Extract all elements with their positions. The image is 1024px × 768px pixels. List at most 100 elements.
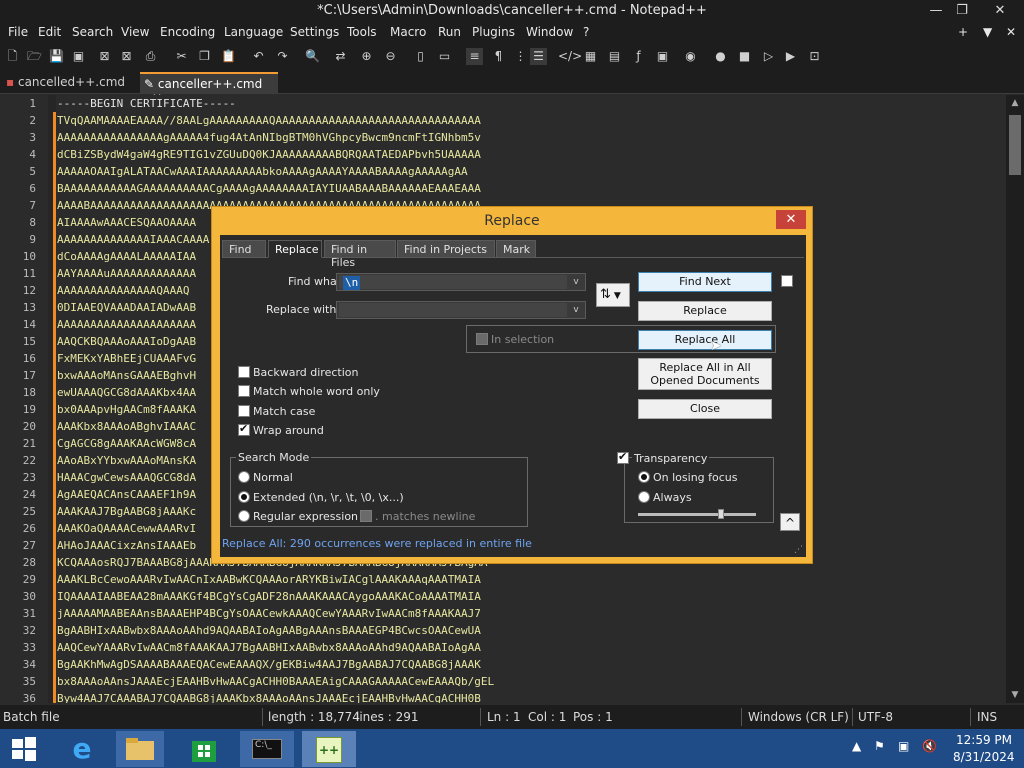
menu-window[interactable]: Window bbox=[526, 25, 573, 39]
always-radio[interactable] bbox=[638, 491, 650, 503]
maximize-button[interactable]: ❐ bbox=[944, 0, 980, 22]
undo-icon[interactable]: ↶ bbox=[250, 48, 267, 65]
tab-mark[interactable]: Mark bbox=[496, 240, 536, 258]
tab-cancelled[interactable]: ▪ cancelled++.cmd bbox=[2, 72, 138, 94]
scroll-down-icon[interactable]: ▼ bbox=[1006, 687, 1024, 703]
store-taskbar-icon[interactable] bbox=[180, 731, 228, 767]
find-icon[interactable]: 🔍 bbox=[304, 48, 321, 65]
matches-newline-checkbox[interactable] bbox=[360, 510, 372, 522]
replace-dropdown-icon[interactable]: v bbox=[569, 303, 583, 317]
menu-search[interactable]: Search bbox=[72, 25, 113, 39]
save-icon[interactable]: 💾 bbox=[48, 48, 65, 65]
show-hidden-icons[interactable]: ▲ bbox=[852, 739, 861, 753]
close-window-button[interactable]: ✕ bbox=[982, 0, 1018, 22]
redo-icon[interactable]: ↷ bbox=[274, 48, 291, 65]
paste-icon[interactable]: 📋 bbox=[220, 48, 237, 65]
volume-muted-icon[interactable]: 🔇 bbox=[922, 739, 937, 753]
match-case-checkbox[interactable] bbox=[238, 405, 250, 417]
mode-regex-radio[interactable] bbox=[238, 510, 250, 522]
replace-with-combo[interactable]: v bbox=[336, 301, 586, 319]
replace-with-input[interactable] bbox=[339, 303, 567, 317]
in-selection-checkbox[interactable] bbox=[476, 333, 488, 345]
close-file-icon[interactable]: ⊠ bbox=[96, 48, 113, 65]
tab-find-in-files[interactable]: Find in Files bbox=[324, 240, 396, 269]
resize-grip-icon[interactable]: ⋰ bbox=[794, 545, 803, 555]
cut-icon[interactable]: ✂ bbox=[173, 48, 190, 65]
new-tab-icon[interactable]: + bbox=[958, 25, 968, 39]
menu-macro[interactable]: Macro bbox=[390, 25, 426, 39]
monitor-icon[interactable]: ◉ bbox=[682, 48, 699, 65]
clock-time[interactable]: 12:59 PM bbox=[956, 733, 1012, 747]
menu-tools[interactable]: Tools bbox=[347, 25, 377, 39]
tab-canceller[interactable]: ✎ canceller++.cmd ✕ bbox=[140, 72, 278, 105]
zoom-out-icon[interactable]: ⊖ bbox=[382, 48, 399, 65]
transparency-slider[interactable] bbox=[638, 513, 756, 516]
replace-all-button[interactable]: Replace All bbox=[638, 330, 772, 350]
sync-vertical-icon[interactable]: ▯ bbox=[412, 48, 429, 65]
collapse-button[interactable]: ^ bbox=[780, 513, 800, 531]
find-next-option-checkbox[interactable] bbox=[781, 275, 793, 287]
show-all-chars-icon[interactable]: ¶ bbox=[490, 48, 507, 65]
new-file-icon[interactable]: 🗋 bbox=[4, 48, 21, 65]
copy-icon[interactable]: ❐ bbox=[196, 48, 213, 65]
mode-normal-radio[interactable] bbox=[238, 471, 250, 483]
ie-taskbar-icon[interactable]: e bbox=[58, 731, 106, 767]
function-list-icon[interactable]: ƒ bbox=[630, 48, 647, 65]
play-multiple-icon[interactable]: ▶ bbox=[782, 48, 799, 65]
scroll-thumb[interactable] bbox=[1009, 115, 1021, 175]
close-all-icon[interactable]: ⊠ bbox=[118, 48, 135, 65]
menu-settings[interactable]: Settings bbox=[290, 25, 339, 39]
lang-icon[interactable]: </> bbox=[558, 48, 582, 65]
close-doc-icon[interactable]: ✕ bbox=[1006, 25, 1016, 39]
encoding[interactable]: UTF-8 bbox=[858, 710, 893, 724]
action-center-flag-icon[interactable]: ⚑ bbox=[874, 739, 885, 753]
doc-map-icon[interactable]: ☰ bbox=[530, 48, 547, 65]
losing-focus-radio[interactable] bbox=[638, 471, 650, 483]
open-file-icon[interactable]: 🗁 bbox=[26, 48, 43, 65]
menu-plugins[interactable]: Plugins bbox=[472, 25, 515, 39]
explorer-taskbar-icon[interactable] bbox=[116, 731, 164, 767]
replace-button[interactable]: Replace bbox=[638, 301, 772, 321]
wrap-around-checkbox[interactable] bbox=[238, 422, 250, 436]
cmd-taskbar-icon[interactable]: C:\_ bbox=[240, 731, 294, 767]
tab-find[interactable]: Find bbox=[222, 240, 266, 258]
replace-all-opened-button[interactable]: Replace All in All Opened Documents bbox=[638, 358, 772, 390]
stop-macro-icon[interactable]: ■ bbox=[736, 48, 753, 65]
match-whole-word-checkbox[interactable] bbox=[238, 385, 250, 397]
replace-icon[interactable]: ⇄ bbox=[332, 48, 349, 65]
menu-edit[interactable]: Edit bbox=[38, 25, 61, 39]
menu-file[interactable]: File bbox=[8, 25, 28, 39]
clock-date[interactable]: 8/31/2024 bbox=[953, 750, 1015, 764]
play-macro-icon[interactable]: ▷ bbox=[760, 48, 777, 65]
tab-find-in-projects[interactable]: Find in Projects bbox=[397, 240, 495, 258]
find-what-combo[interactable]: \n v bbox=[336, 273, 586, 291]
sync-horizontal-icon[interactable]: ▭ bbox=[436, 48, 453, 65]
zoom-in-icon[interactable]: ⊕ bbox=[358, 48, 375, 65]
backward-direction-checkbox[interactable] bbox=[238, 366, 250, 378]
map-icon[interactable]: ▦ bbox=[582, 48, 599, 65]
network-icon[interactable]: ▣ bbox=[898, 739, 909, 753]
tab-replace[interactable]: Replace bbox=[268, 240, 322, 258]
find-next-button[interactable]: Find Next bbox=[638, 272, 772, 292]
transparency-checkbox[interactable] bbox=[617, 450, 629, 464]
menu-encoding[interactable]: Encoding bbox=[160, 25, 215, 39]
scroll-up-icon[interactable]: ▲ bbox=[1006, 95, 1024, 111]
swap-button[interactable]: ⇅ ▼ bbox=[596, 283, 630, 307]
dialog-close-button[interactable]: ✕ bbox=[776, 210, 806, 229]
menu-language[interactable]: Language bbox=[224, 25, 283, 39]
find-dropdown-icon[interactable]: v bbox=[569, 275, 583, 289]
transparency-slider-knob[interactable] bbox=[717, 509, 724, 519]
folder-workspace-icon[interactable]: ▤ bbox=[606, 48, 623, 65]
save-all-icon[interactable]: ▣ bbox=[70, 48, 87, 65]
record-macro-icon[interactable]: ● bbox=[712, 48, 729, 65]
notepadpp-taskbar-icon[interactable]: ++ bbox=[302, 731, 356, 767]
save-macro-icon[interactable]: ⊡ bbox=[806, 48, 823, 65]
eol-format[interactable]: Windows (CR LF) bbox=[748, 710, 849, 724]
mode-extended-radio[interactable] bbox=[238, 491, 250, 503]
panel-icon[interactable]: ▣ bbox=[654, 48, 671, 65]
indent-guide-icon[interactable]: ⋮ bbox=[512, 48, 529, 65]
menu-run[interactable]: Run bbox=[438, 25, 461, 39]
tab-list-icon[interactable]: ▼ bbox=[983, 25, 992, 39]
print-icon[interactable]: ⎙ bbox=[142, 48, 159, 65]
word-wrap-icon[interactable]: ≡ bbox=[466, 48, 483, 65]
